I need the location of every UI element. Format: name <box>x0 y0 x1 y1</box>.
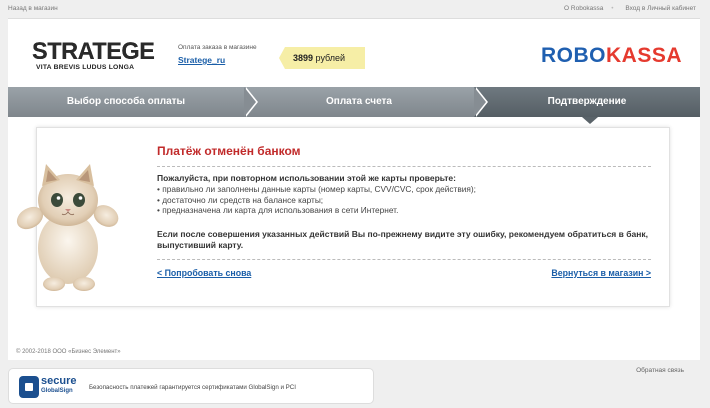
top-links: О Robokassa • Вход в Личный кабинет <box>564 5 696 12</box>
step-invoice-payment: Оплата счета <box>244 87 488 117</box>
shop-logo-motto: VITA BREVIS LUDUS LONGA <box>36 64 135 71</box>
error-lead: Пожалуйста, при повторном использовании … <box>157 173 456 183</box>
shop-name-link[interactable]: Strategе_ru <box>178 55 257 65</box>
order-label: Оплата заказа в магазине <box>178 44 257 51</box>
step-payment-method: Выбор способа оплаты <box>8 87 258 117</box>
security-banner: secure GlobalSign Безопасность платежей … <box>8 368 374 404</box>
price-amount: 3899 <box>293 53 314 63</box>
shop-logo-text: STRATEGE <box>32 38 155 65</box>
robokassa-logo: ROBOKASSA <box>541 44 682 68</box>
check-list: правильно ли заполнены данные карты (ном… <box>157 184 651 216</box>
robokassa-logo-left: ROBO <box>540 44 606 67</box>
bank-notice: Если после совершения указанных действий… <box>157 229 651 260</box>
step-label: Оплата счета <box>326 96 392 107</box>
top-bar: Назад в магазин О Robokassa • Вход в Лич… <box>0 0 710 16</box>
security-text: Безопасность платежей гарантируется серт… <box>89 384 296 391</box>
shop-logo: STRATEGE VITA BREVIS LUDUS LONGA <box>32 38 155 72</box>
return-to-shop-link[interactable]: Вернуться в магазин > <box>551 268 651 278</box>
step-confirmation: Подтверждение <box>474 87 700 124</box>
copyright: © 2002-2018 ООО «Бизнес Элемент» <box>16 349 121 355</box>
price-tag: 3899 рублей <box>279 47 365 69</box>
back-to-shop-link[interactable]: Назад в магазин <box>8 5 58 12</box>
action-links: < Попробовать снова Вернуться в магазин … <box>157 268 651 282</box>
error-card: Платёж отменён банком Пожалуйста, при по… <box>36 127 670 307</box>
about-robokassa-link[interactable]: О Robokassa <box>564 5 603 12</box>
price-currency: рублей <box>315 53 346 63</box>
error-content: Платёж отменён банком Пожалуйста, при по… <box>157 144 651 282</box>
cabinet-login-link[interactable]: Вход в Личный кабинет <box>625 5 696 12</box>
lock-icon <box>25 383 33 391</box>
kitten-illustration <box>16 164 119 291</box>
separator-dot: • <box>611 5 614 12</box>
robokassa-logo-right: KASSA <box>605 44 682 67</box>
step-label: Выбор способа оплаты <box>66 96 186 107</box>
list-item: правильно ли заполнены данные карты (ном… <box>157 184 651 195</box>
header: STRATEGE VITA BREVIS LUDUS LONGA Оплата … <box>8 19 700 87</box>
list-item: предназначена ли карта для использования… <box>157 205 651 216</box>
progress-steps: Выбор способа оплаты Оплата счета Подтве… <box>8 87 700 124</box>
order-info: Оплата заказа в магазине Strategе_ru <box>178 44 257 65</box>
step-label: Подтверждение <box>547 96 627 107</box>
feedback-link[interactable]: Обратная связь <box>636 367 684 374</box>
retry-link[interactable]: < Попробовать снова <box>157 268 251 278</box>
active-step-pointer <box>582 117 598 124</box>
globalsign-badge: secure GlobalSign <box>19 375 79 398</box>
list-item: достаточно ли средств на балансе карты; <box>157 195 651 206</box>
error-title: Платёж отменён банком <box>157 144 651 167</box>
globalsign-brand: GlobalSign <box>41 388 73 394</box>
secure-word: secure <box>41 375 77 387</box>
